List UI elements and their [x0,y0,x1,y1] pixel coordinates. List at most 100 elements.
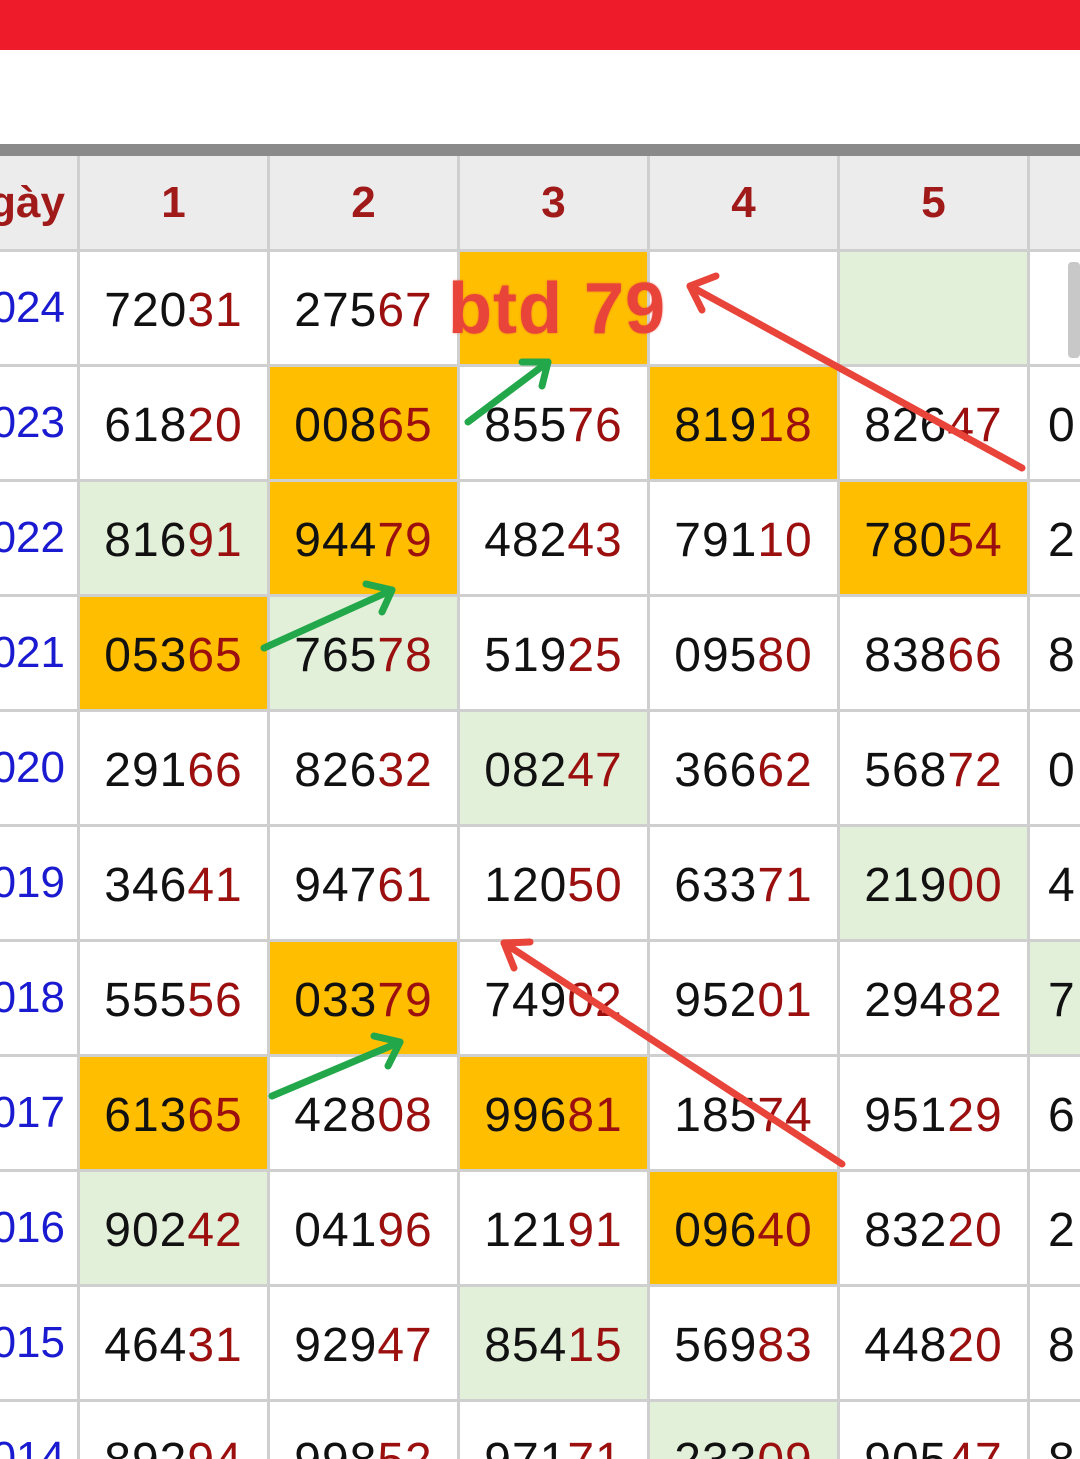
result-cell: 095 80 [650,597,840,712]
result-tail-digits: 74 [757,1088,813,1142]
result-cell: 0 [1030,712,1080,827]
result-cell: 947 61 [270,827,460,942]
result-cell: 8 [1030,1402,1080,1459]
result-tail-digits: 67 [377,283,433,337]
result-cell: 219 00 [840,827,1030,942]
result-cell: 6 [1030,1057,1080,1172]
row-date[interactable]: 021 [0,597,80,712]
result-head-digits: 095 [674,628,758,682]
row-date[interactable]: 023 [0,367,80,482]
result-cell [650,252,840,367]
result-head-digits: 053 [104,628,188,682]
result-head-digits: 120 [484,858,568,912]
result-head-digits: 951 [864,1088,948,1142]
result-tail-digits: 66 [947,628,1003,682]
result-head-digits: 905 [864,1433,947,1459]
result-cell: 838 66 [840,597,1030,712]
result-head-digits: 618 [104,398,188,452]
result-cell: 952 01 [650,942,840,1057]
result-tail-digits: 20 [187,398,243,452]
result-tail-digits: 31 [187,283,243,337]
result-tail-digits: 56 [187,973,243,1027]
row-date[interactable]: 018 [0,942,80,1057]
result-head-digits: 2 [1048,1203,1076,1257]
result-head-digits: 929 [294,1318,378,1372]
header-col-1: 1 [80,156,270,252]
result-cell: 613 65 [80,1057,270,1172]
result-cell: 8 [1030,597,1080,712]
result-cell: 720 31 [80,252,270,367]
result-head-digits: 765 [294,628,378,682]
result-tail-digits: 50 [567,858,623,912]
result-head-digits: 6 [1048,1088,1076,1142]
result-head-digits: 275 [294,283,378,337]
result-cell: 832 20 [840,1172,1030,1287]
row-date[interactable]: 014 [0,1402,80,1459]
result-head-digits: 008 [294,398,378,452]
table-top-border [0,144,1080,156]
result-tail-digits: 31 [187,1318,243,1372]
result-tail-digits: 01 [757,973,813,1027]
result-tail-digits: 08 [377,1088,433,1142]
result-head-digits: 4 [1048,858,1076,912]
annotation-label: btd 79 [448,269,667,349]
row-date[interactable]: 020 [0,712,80,827]
row-date[interactable]: 015 [0,1287,80,1402]
result-head-digits: 366 [674,743,758,797]
result-head-digits: 0 [1048,398,1076,452]
result-tail-digits: 20 [947,1203,1003,1257]
result-head-digits: 996 [484,1088,568,1142]
result-tail-digits: 61 [377,858,433,912]
result-tail-digits: 29 [947,1088,1003,1142]
scrollbar-thumb[interactable] [1068,262,1080,358]
row-date[interactable]: 019 [0,827,80,942]
result-head-digits: 838 [864,628,948,682]
result-tail-digits: 83 [757,1318,813,1372]
result-tail-digits: 76 [567,398,623,452]
result-cell: 23309 [650,1402,840,1459]
row-date[interactable]: 024 [0,252,80,367]
result-head-digits: 555 [104,973,188,1027]
result-tail-digits: 32 [377,743,433,797]
result-cell: 291 66 [80,712,270,827]
result-head-digits: 568 [864,743,948,797]
result-head-digits: 855 [484,398,568,452]
result-cell: 780 54 [840,482,1030,597]
row-date[interactable]: 017 [0,1057,80,1172]
result-tail-digits: 79 [377,973,433,1027]
result-tail-digits: 43 [567,513,623,567]
results-table: gày1234502472031275670236182000865855768… [0,156,1080,1459]
row-date[interactable]: 016 [0,1172,80,1287]
result-tail-digits: 47 [947,398,1003,452]
result-head-digits: 8 [1048,1433,1076,1459]
result-cell: 855 76 [460,367,650,482]
result-tail-digits: 42 [187,1203,243,1257]
result-cell: 428 08 [270,1057,460,1172]
result-tail-digits: 20 [947,1318,1003,1372]
result-tail-digits: 78 [377,628,433,682]
result-tail-digits: 80 [757,628,813,682]
result-cell: 996 81 [460,1057,650,1172]
result-tail-digits: 65 [187,628,243,682]
result-cell: 366 62 [650,712,840,827]
result-tail-digits: 65 [187,1088,243,1142]
result-head-digits: 082 [484,743,568,797]
result-head-digits: 998 [294,1433,377,1459]
result-cell: 99852 [270,1402,460,1459]
result-tail-digits: 47 [377,1318,433,1372]
result-head-digits: 819 [674,398,758,452]
result-tail-digits: 18 [757,398,813,452]
result-cell: 7 [1030,942,1080,1057]
result-cell: 2 [1030,1172,1080,1287]
result-tail-digits: 00 [947,858,1003,912]
result-head-digits: 947 [294,858,378,912]
result-tail-digits: 82 [947,973,1003,1027]
top-app-bar [0,0,1080,50]
result-head-digits: 185 [674,1088,758,1142]
row-date[interactable]: 022 [0,482,80,597]
result-cell: 90547 [840,1402,1030,1459]
result-cell: 929 47 [270,1287,460,1402]
result-tail-digits: 40 [757,1203,813,1257]
result-tail-digits: 66 [187,743,243,797]
result-head-digits: 482 [484,513,568,567]
